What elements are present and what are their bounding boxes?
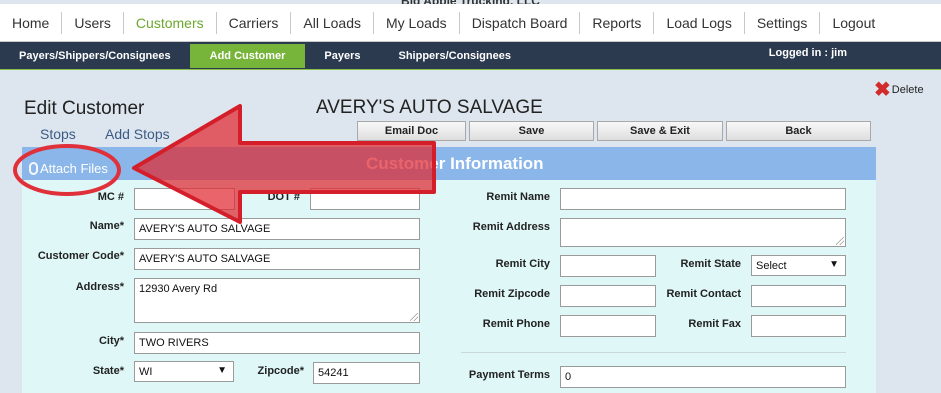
- remit-phone-label: Remit Phone: [482, 318, 550, 330]
- nav-settings[interactable]: Settings: [745, 12, 821, 34]
- stops-link[interactable]: Stops: [40, 126, 76, 142]
- state-label: State*: [92, 365, 124, 377]
- dropdown-arrow-icon: ▼: [829, 259, 839, 270]
- zipcode-input[interactable]: 54241: [313, 362, 420, 384]
- remit-zipcode-label: Remit Zipcode: [474, 288, 550, 300]
- resize-grip-icon[interactable]: [410, 313, 418, 321]
- section-title: Customer Information: [366, 154, 544, 173]
- remit-phone-input[interactable]: [560, 315, 656, 337]
- subnav-payers-shippers-consignees[interactable]: Payers/Shippers/Consignees: [0, 44, 190, 68]
- dot-input[interactable]: [310, 188, 420, 210]
- remit-fax-label: Remit Fax: [688, 318, 741, 330]
- payment-terms-label: Payment Terms: [468, 369, 550, 381]
- remit-state-select[interactable]: Select ▼: [751, 255, 846, 276]
- section-divider: [461, 352, 846, 353]
- nav-reports[interactable]: Reports: [580, 12, 655, 34]
- mc-label: MC #: [97, 191, 124, 203]
- name-input[interactable]: AVERY'S AUTO SALVAGE: [134, 218, 420, 240]
- dot-label: DOT #: [267, 191, 300, 203]
- attach-files-label: Attach Files: [40, 161, 108, 176]
- paperclip-icon: [29, 162, 38, 175]
- city-input[interactable]: TWO RIVERS: [134, 332, 420, 354]
- remit-contact-input[interactable]: [751, 285, 846, 307]
- customer-code-input[interactable]: AVERY'S AUTO SALVAGE: [134, 248, 420, 270]
- dropdown-arrow-icon: ▼: [217, 365, 227, 376]
- resize-grip-icon[interactable]: [836, 237, 844, 245]
- customer-code-label: Customer Code*: [37, 250, 124, 262]
- city-label: City*: [98, 335, 124, 347]
- state-select[interactable]: WI ▼: [134, 361, 234, 382]
- remit-name-input[interactable]: [560, 188, 846, 210]
- remit-name-label: Remit Name: [486, 191, 550, 203]
- delete-x-icon: ✖: [874, 79, 891, 101]
- state-value: WI: [139, 366, 153, 378]
- remit-state-value: Select: [756, 260, 787, 272]
- delete-label: Delete: [891, 84, 924, 96]
- subnav-add-customer[interactable]: Add Customer: [189, 44, 306, 68]
- remit-address-textarea[interactable]: [560, 218, 846, 247]
- nav-logout[interactable]: Logout: [820, 12, 887, 34]
- remit-fax-input[interactable]: [751, 315, 846, 337]
- subnav-payers[interactable]: Payers: [305, 44, 379, 68]
- customer-name-heading: AVERY'S AUTO SALVAGE: [316, 97, 543, 118]
- logged-in-status: Logged in : jim: [768, 47, 847, 59]
- address-value: 12930 Avery Rd: [139, 283, 218, 295]
- mc-input[interactable]: [134, 188, 235, 210]
- nav-home[interactable]: Home: [0, 12, 63, 34]
- nav-dispatch-board[interactable]: Dispatch Board: [460, 12, 581, 34]
- email-doc-button[interactable]: Email Doc: [357, 121, 466, 141]
- sub-nav: Payers/Shippers/Consignees Add Customer …: [0, 42, 941, 70]
- remit-contact-label: Remit Contact: [666, 288, 741, 300]
- remit-city-input[interactable]: [560, 255, 656, 277]
- nav-my-loads[interactable]: My Loads: [374, 12, 460, 34]
- remit-state-label: Remit State: [680, 258, 741, 270]
- subnav-shippers-consignees[interactable]: Shippers/Consignees: [380, 44, 530, 68]
- remit-zipcode-input[interactable]: [560, 285, 656, 307]
- nav-users[interactable]: Users: [62, 12, 124, 34]
- customer-info-header: Attach Files Customer Information: [22, 147, 876, 180]
- nav-customers[interactable]: Customers: [124, 12, 217, 34]
- page-title: Edit Customer: [24, 98, 145, 119]
- add-stops-link[interactable]: Add Stops: [105, 126, 170, 142]
- remit-city-label: Remit City: [495, 258, 550, 270]
- zipcode-label: Zipcode*: [257, 365, 304, 377]
- address-label: Address*: [75, 281, 124, 293]
- save-button[interactable]: Save: [469, 121, 594, 141]
- attach-files-button[interactable]: Attach Files: [29, 161, 108, 176]
- back-button[interactable]: Back: [726, 121, 871, 141]
- nav-carriers[interactable]: Carriers: [217, 12, 292, 34]
- nav-load-logs[interactable]: Load Logs: [654, 12, 745, 34]
- address-textarea[interactable]: 12930 Avery Rd: [134, 278, 420, 323]
- delete-button[interactable]: ✖ Delete: [874, 79, 924, 101]
- name-label: Name*: [89, 220, 124, 232]
- payment-terms-input[interactable]: 0: [560, 366, 846, 388]
- nav-all-loads[interactable]: All Loads: [291, 12, 374, 34]
- save-exit-button[interactable]: Save & Exit: [597, 121, 723, 141]
- top-nav: Home Users Customers Carriers All Loads …: [0, 4, 941, 42]
- remit-address-label: Remit Address: [472, 221, 550, 233]
